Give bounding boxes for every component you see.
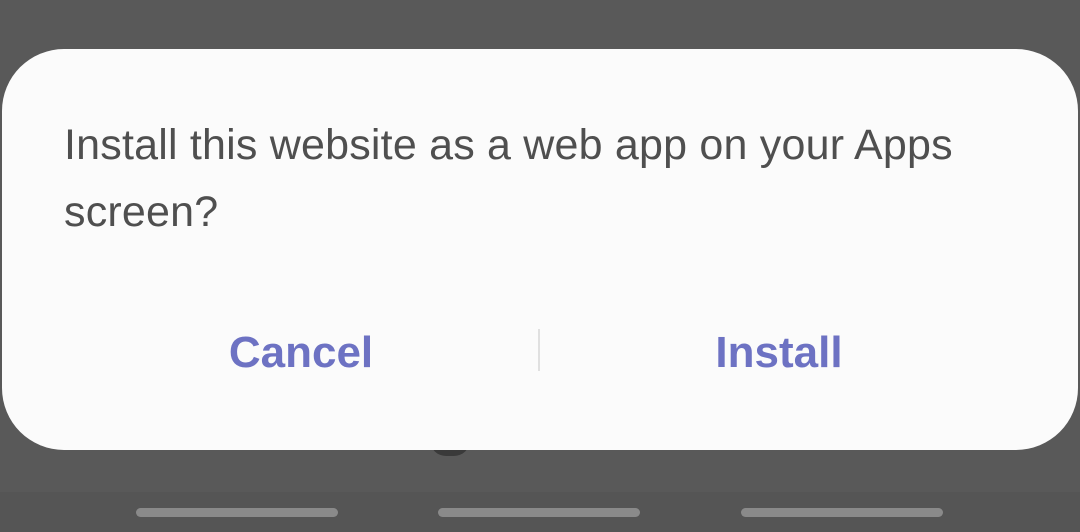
nav-back-handle[interactable] <box>741 508 943 517</box>
install-web-app-dialog <box>2 49 1078 450</box>
cancel-button[interactable]: Cancel <box>62 318 540 388</box>
dialog-message: Install this website as a web app on you… <box>64 121 953 236</box>
nav-recent-apps-handle[interactable] <box>136 508 338 517</box>
install-button[interactable]: Install <box>540 318 1018 388</box>
nav-home-handle[interactable] <box>438 508 640 517</box>
